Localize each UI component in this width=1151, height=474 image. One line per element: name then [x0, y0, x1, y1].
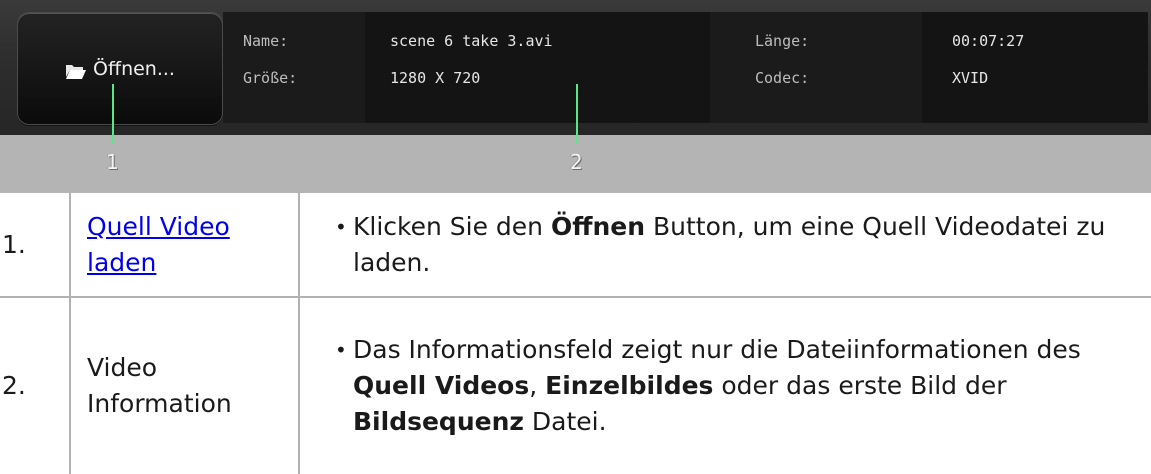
topic-link[interactable]: Quell Video laden [87, 212, 230, 277]
open-button[interactable]: Öffnen... [17, 12, 223, 125]
bold-text: Öffnen [550, 211, 646, 241]
callout-line-1 [112, 84, 114, 144]
callout-line-2 [576, 84, 578, 144]
folder-open-icon [66, 64, 87, 79]
callout-number-1: 1 [106, 150, 119, 174]
name-label: Name: [243, 32, 289, 50]
length-label: Länge: [755, 32, 810, 50]
description-bullet: Klicken Sie den Öffnen Button, um eine Q… [301, 209, 1150, 281]
callout-number-2: 2 [570, 150, 583, 174]
row-topic: Video Information [69, 296, 300, 474]
length-value: 00:07:27 [952, 32, 1025, 50]
row-description: Klicken Sie den Öffnen Button, um eine Q… [298, 193, 1151, 298]
bold-text: Bildsequenz [353, 407, 524, 436]
bold-text: Einzelbildes [545, 371, 714, 400]
bold-text: Quell Videos [353, 371, 530, 400]
text-segment: Das Informationsfeld zeigt nur die Datei… [353, 335, 1081, 364]
name-value: scene 6 take 3.avi [390, 32, 553, 50]
info-value-column-2: 00:07:27 XVID [922, 12, 1148, 123]
info-value-column: scene 6 take 3.avi 1280 X 720 [365, 12, 710, 123]
size-label: Größe: [243, 69, 298, 87]
text-segment: oder das erste Bild der [713, 371, 1007, 400]
text-segment: Klicken Sie den [353, 211, 551, 241]
video-info-panel: Name: Größe: scene 6 take 3.avi 1280 X 7… [223, 12, 1148, 123]
table-row: 1. Quell Video laden Klicken Sie den Öff… [0, 193, 1151, 298]
table-row: 2. Video Information Das Informationsfel… [0, 296, 1151, 474]
description-bullet: Das Informationsfeld zeigt nur die Datei… [301, 332, 1150, 440]
row-description: Das Informationsfeld zeigt nur die Datei… [298, 296, 1151, 474]
open-button-label: Öffnen... [93, 57, 175, 80]
row-number: 1. [0, 193, 71, 298]
info-label-column: Name: Größe: [223, 12, 365, 123]
codec-value: XVID [952, 69, 989, 87]
text-segment: , [529, 371, 546, 400]
info-label-column-2: Länge: Codec: [710, 12, 922, 123]
ui-screenshot: Öffnen... Name: Größe: scene 6 take 3.av… [0, 0, 1151, 193]
codec-label: Codec: [755, 69, 810, 87]
row-topic: Quell Video laden [69, 193, 300, 298]
row-number: 2. [0, 296, 71, 474]
text-segment: Datei. [523, 407, 607, 436]
size-value: 1280 X 720 [390, 69, 481, 87]
description-table: 1. Quell Video laden Klicken Sie den Öff… [0, 193, 1151, 474]
